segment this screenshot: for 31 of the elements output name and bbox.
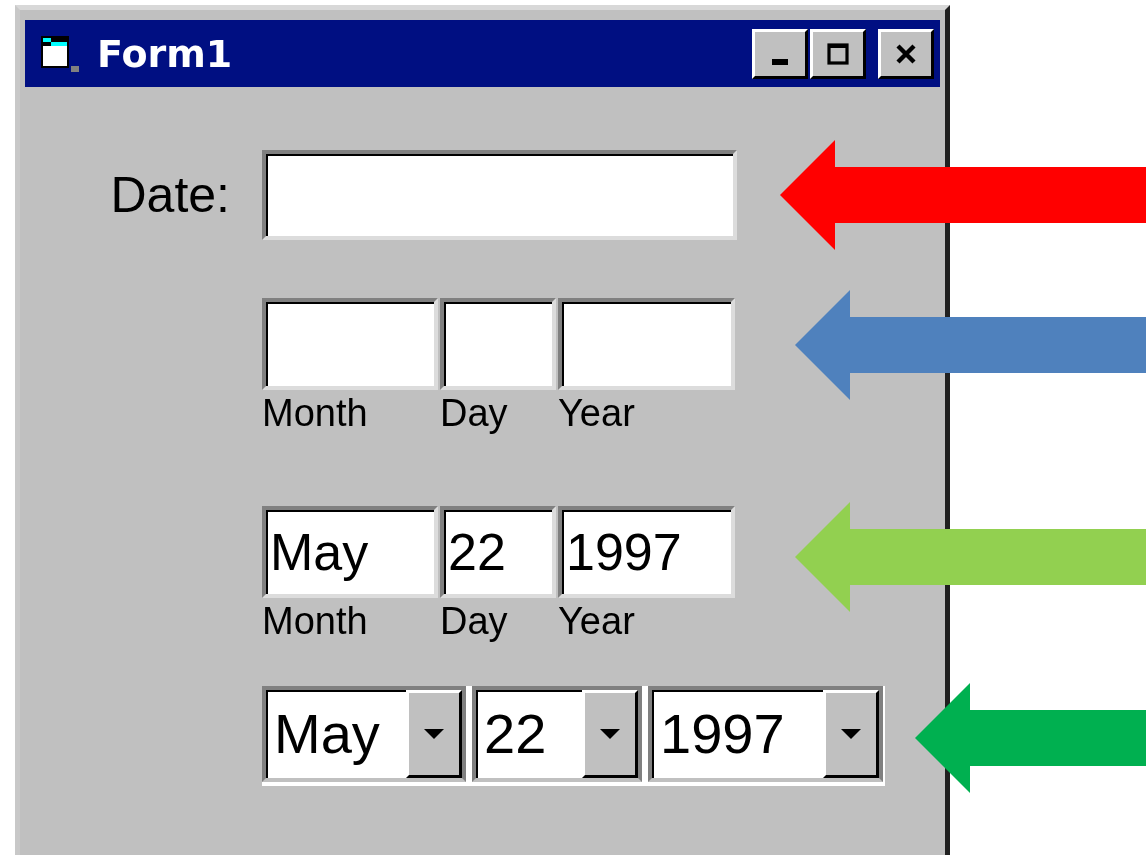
dropdown[interactable]: 1997 [648, 686, 883, 782]
date-label: Date: [109, 166, 230, 224]
date-field[interactable] [262, 150, 737, 240]
field-caption: Month [262, 599, 369, 644]
window-title: Form1 [97, 31, 233, 76]
field-caption: Year [558, 599, 636, 644]
field-caption: Day [440, 391, 509, 436]
dropdown[interactable]: May [262, 686, 466, 782]
dropdown-button[interactable] [582, 690, 638, 778]
dropdown-button[interactable] [406, 690, 462, 778]
caret-icon [598, 727, 622, 741]
caret-icon [422, 727, 446, 741]
maximize-button[interactable] [810, 28, 866, 79]
field-caption: Month [262, 391, 369, 436]
dropdown-value: 1997 [659, 701, 786, 767]
date-part-field[interactable] [558, 298, 735, 390]
dropdown-value: May [273, 701, 381, 767]
date-part-field[interactable] [440, 298, 556, 390]
close-button[interactable] [878, 28, 934, 79]
minimize-icon [772, 58, 788, 65]
dropdown-button[interactable] [823, 690, 879, 778]
date-part-field[interactable]: 1997 [558, 506, 735, 598]
field-caption: Year [558, 391, 636, 436]
dropdown[interactable]: 22 [472, 686, 642, 782]
date-part-field[interactable]: 22 [440, 506, 556, 598]
date-part-field[interactable] [262, 298, 438, 390]
field-caption: Day [440, 599, 509, 644]
caret-icon [839, 727, 863, 741]
date-part-field[interactable]: May [262, 506, 438, 598]
minimize-button[interactable] [752, 28, 808, 79]
dropdown-value: 22 [483, 701, 548, 767]
